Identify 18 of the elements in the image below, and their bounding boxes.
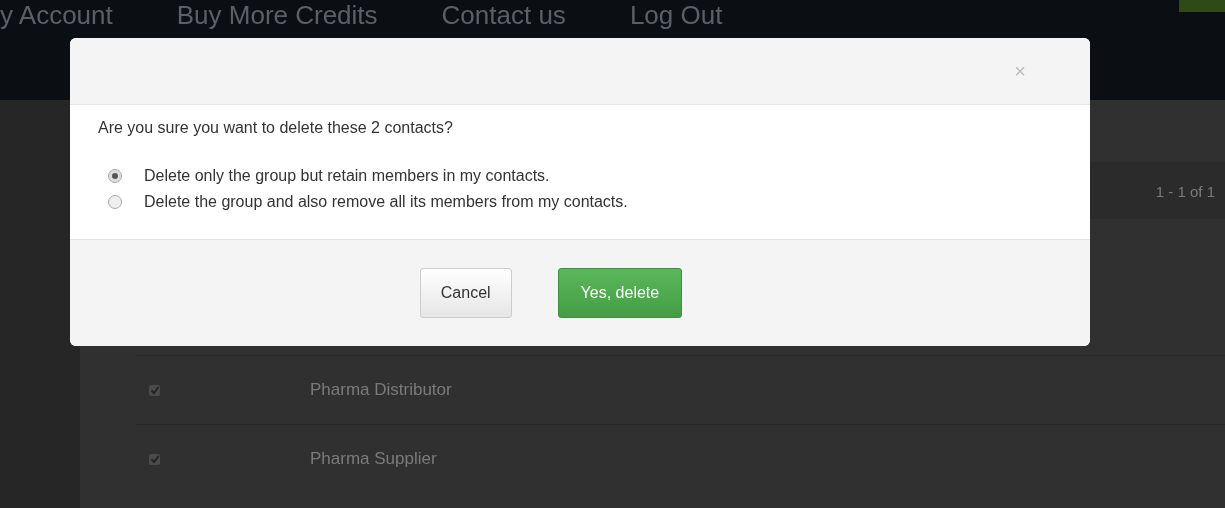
dialog-message: Are you sure you want to delete these 2 contacts?: [98, 119, 454, 137]
checkbox[interactable]: [149, 384, 160, 396]
checkbox[interactable]: [149, 453, 160, 465]
group-name: Pharma Distributor: [310, 380, 452, 400]
nav-link[interactable]: Log Out: [629, 0, 723, 30]
delete-button[interactable]: Yes, delete: [557, 268, 683, 318]
cancel-button[interactable]: Cancel: [419, 268, 512, 318]
nav-link[interactable]: y Account: [0, 0, 113, 30]
radio-button[interactable]: [108, 195, 122, 209]
group-name: Pharma Supplier: [310, 449, 437, 469]
option-label: Delete only the group but retain members in my contacts.: [144, 167, 550, 185]
close-button[interactable]: ×: [1010, 59, 1030, 83]
option-label: Delete the group and also remove all its members from my contacts.: [144, 193, 628, 211]
nav-link[interactable]: Contact us: [441, 0, 566, 30]
nav-link[interactable]: Buy More Credits: [176, 0, 378, 30]
radio-button[interactable]: [108, 169, 122, 183]
pagination-text: 1 - 1 of 1: [1155, 182, 1215, 200]
status-badge: [1179, 0, 1225, 12]
